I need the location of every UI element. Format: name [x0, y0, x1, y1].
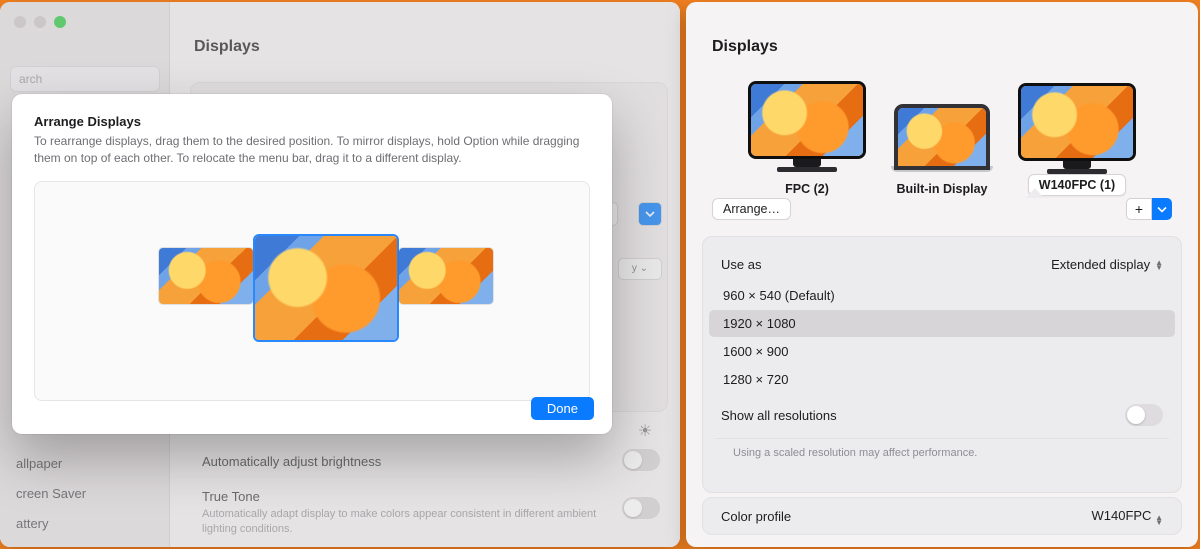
true-tone-title: True Tone: [202, 489, 620, 504]
sidebar-item-screensaver[interactable]: creen Saver: [0, 480, 170, 507]
minimize-dot[interactable]: [34, 16, 46, 28]
zoom-dot[interactable]: [54, 16, 66, 28]
plus-icon[interactable]: +: [1126, 198, 1152, 220]
close-dot[interactable]: [14, 16, 26, 28]
true-tone-toggle[interactable]: [622, 497, 660, 519]
use-as-label: Use as: [721, 257, 761, 272]
page-title: Displays: [194, 38, 260, 56]
updown-icon: ▲▼: [1155, 260, 1163, 270]
color-profile-row[interactable]: Color profile W140FPC ▲▼: [702, 497, 1182, 535]
display-label-2: W140FPC (1): [1039, 178, 1115, 192]
selected-display-caret: [1026, 188, 1044, 198]
resolution-option[interactable]: 1920 × 1080: [709, 310, 1175, 337]
arrange-canvas[interactable]: [34, 181, 590, 401]
true-tone-row: True Tone Automatically adapt display to…: [202, 489, 620, 537]
resolution-option[interactable]: 960 × 540 (Default): [709, 282, 1175, 309]
page-title: Displays: [712, 38, 778, 56]
useas-popup-bg[interactable]: y ⌄: [618, 258, 662, 280]
add-display-split-button[interactable]: +: [1126, 198, 1172, 220]
arrange-display-left[interactable]: [159, 248, 253, 304]
resolution-list: 960 × 540 (Default) 1920 × 1080 1600 × 9…: [709, 282, 1175, 393]
display-label-builtin: Built-in Display: [897, 182, 988, 196]
use-as-value[interactable]: Extended display ▲▼: [1051, 257, 1163, 272]
sidebar-item-battery[interactable]: attery: [0, 510, 170, 537]
chevron-down-icon: [645, 209, 655, 219]
color-profile-label: Color profile: [721, 509, 791, 524]
color-profile-value[interactable]: W140FPC ▲▼: [1091, 508, 1163, 525]
add-display-menu-bg[interactable]: [638, 202, 662, 226]
arrange-display-center[interactable]: [255, 236, 397, 340]
arrange-display-right[interactable]: [399, 248, 493, 304]
resolution-option[interactable]: 1600 × 900: [709, 338, 1175, 365]
updown-icon: ▲▼: [1155, 515, 1163, 525]
show-all-label: Show all resolutions: [721, 408, 837, 423]
settings-window-left: arch allpaper creen Saver attery Display…: [0, 2, 680, 547]
sidebar-item-wallpaper[interactable]: allpaper: [0, 450, 170, 477]
resolution-hint: Using a scaled resolution may affect per…: [715, 438, 1169, 459]
use-as-row[interactable]: Use as Extended display ▲▼: [703, 249, 1181, 280]
auto-brightness-label: Automatically adjust brightness: [202, 454, 660, 469]
add-display-menu[interactable]: [1152, 198, 1172, 220]
display-thumb-1[interactable]: FPC (2): [751, 84, 863, 196]
brightness-sun-icon: ☀︎: [634, 421, 656, 443]
settings-window-right: Displays FPC (2) Built-in Display W140FP…: [686, 2, 1198, 547]
true-tone-desc: Automatically adapt display to make colo…: [202, 507, 620, 537]
sheet-title: Arrange Displays: [34, 114, 590, 129]
done-button[interactable]: Done: [531, 397, 594, 420]
arrange-button[interactable]: Arrange…: [712, 198, 791, 220]
sheet-description: To rearrange displays, drag them to the …: [34, 133, 590, 167]
chevron-down-icon: [1157, 204, 1167, 214]
resolution-option[interactable]: 1280 × 720: [709, 366, 1175, 393]
display-label-1: FPC (2): [785, 182, 829, 196]
arrange-displays-sheet: Arrange Displays To rearrange displays, …: [12, 94, 612, 434]
show-all-toggle[interactable]: [1125, 404, 1163, 426]
auto-brightness-toggle[interactable]: [622, 449, 660, 471]
display-thumb-2[interactable]: W140FPC (1): [1021, 86, 1133, 196]
sidebar-search[interactable]: arch: [10, 66, 160, 92]
window-traffic-lights[interactable]: [14, 16, 66, 28]
display-thumb-builtin[interactable]: Built-in Display: [891, 108, 993, 196]
display-settings-panel: Use as Extended display ▲▼ 960 × 540 (De…: [702, 236, 1182, 493]
display-thumbnails: FPC (2) Built-in Display W140FPC (1): [726, 76, 1158, 196]
